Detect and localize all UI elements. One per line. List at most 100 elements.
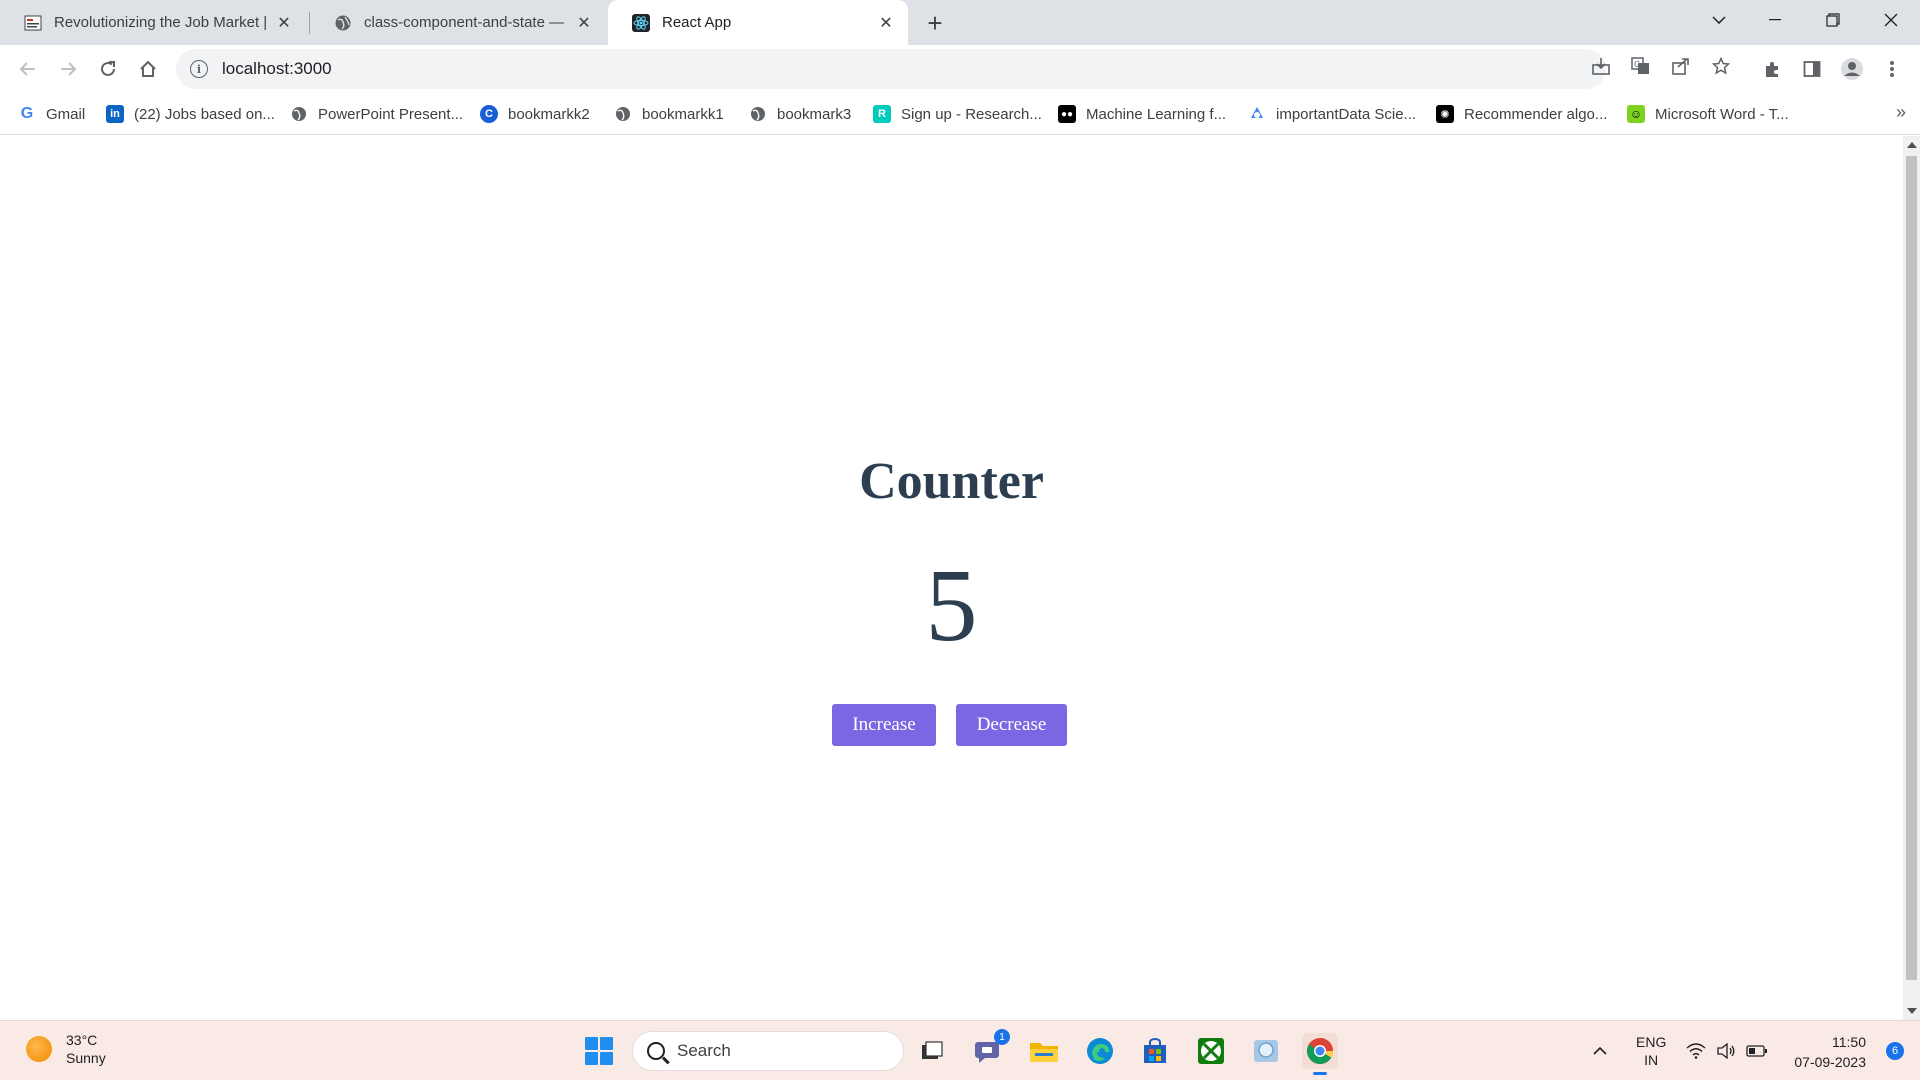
windows-start-icon[interactable] <box>585 1037 613 1065</box>
globe-icon <box>614 105 632 123</box>
bookmark-label: Sign up - Research... <box>901 105 1042 123</box>
bookmark-label: bookmarkk1 <box>642 105 724 123</box>
task-view-icon[interactable] <box>914 1033 950 1069</box>
google-icon: G <box>20 105 34 122</box>
bookmark-label: importantData Scie... <box>1276 105 1417 123</box>
taskbar-search[interactable]: Search <box>632 1031 904 1071</box>
install-app-icon[interactable] <box>1590 55 1612 77</box>
bookmark-label: Machine Learning f... <box>1086 105 1227 123</box>
bookmark-label: bookmarkk2 <box>508 105 590 123</box>
tab-react-app[interactable]: React App ✕ <box>608 0 908 45</box>
home-button[interactable] <box>132 53 164 85</box>
language-code: ENG <box>1636 1034 1667 1050</box>
bookmark-label: Microsoft Word - T... <box>1655 105 1789 123</box>
address-url[interactable]: localhost:3000 <box>222 59 332 79</box>
drive-icon <box>1248 105 1266 123</box>
tab-title: Revolutionizing the Job Market | <box>54 14 266 31</box>
edge-browser-icon[interactable] <box>1082 1033 1118 1069</box>
bookmark-gmail[interactable]: G Gmail <box>18 102 85 126</box>
forward-button[interactable] <box>52 53 84 85</box>
bookmark-researchgate[interactable]: R Sign up - Research... <box>873 102 1042 126</box>
close-window-button[interactable] <box>1866 0 1916 40</box>
bookmark-important-data[interactable]: importantData Scie... <box>1248 102 1416 126</box>
teams-chat-icon[interactable]: 1 <box>970 1029 1010 1069</box>
bookmark-label: Gmail <box>46 105 86 123</box>
c-icon: C <box>480 105 498 123</box>
bookmark-label: (22) Jobs based on... <box>134 105 275 123</box>
tab-title: React App <box>662 14 732 31</box>
bookmark-label: bookmark3 <box>777 105 852 123</box>
volume-icon[interactable] <box>1716 1021 1736 1080</box>
tab-class-component[interactable]: class-component-and-state — C ✕ <box>310 0 606 45</box>
taskbar-search-label: Search <box>677 1041 731 1060</box>
bookmarks-bar: G Gmail in (22) Jobs based on... PowerPo… <box>0 93 1920 135</box>
tab-title: class-component-and-state — C <box>364 14 566 31</box>
bookmark-microsoft-word[interactable]: ☺ Microsoft Word - T... <box>1627 102 1789 126</box>
menu-kebab-icon[interactable] <box>1880 57 1904 81</box>
system-clock[interactable]: 11:50 07-09-2023 <box>1794 1032 1866 1072</box>
bookmark-bookmark3[interactable]: bookmark3 <box>749 102 851 126</box>
new-tab-button[interactable]: + <box>920 8 950 38</box>
bookmarks-overflow-icon[interactable]: » <box>1896 102 1906 123</box>
bookmark-machine-learning[interactable]: ●● Machine Learning f... <box>1058 102 1226 126</box>
photos-app-icon[interactable] <box>1248 1033 1284 1069</box>
clock-date: 07-09-2023 <box>1794 1054 1866 1070</box>
minimize-button[interactable] <box>1750 0 1800 40</box>
browser-toolbar: i localhost:3000 G <box>0 45 1920 93</box>
bookmark-recommender[interactable]: ✺ Recommender algo... <box>1436 102 1607 126</box>
sun-icon <box>26 1036 52 1062</box>
file-explorer-icon[interactable] <box>1026 1033 1062 1069</box>
medium-icon: ●● <box>1058 105 1076 123</box>
translate-icon[interactable]: G <box>1630 55 1652 77</box>
scroll-up-icon[interactable] <box>1907 142 1917 148</box>
chrome-icon[interactable] <box>1302 1033 1338 1075</box>
bookmark-bookmarkk1[interactable]: bookmarkk1 <box>614 102 724 126</box>
language-indicator[interactable]: ENG IN <box>1636 1021 1666 1080</box>
close-icon[interactable]: ✕ <box>574 13 594 33</box>
vertical-scrollbar[interactable] <box>1903 136 1920 1020</box>
decrease-button[interactable]: Decrease <box>956 704 1067 746</box>
page-title: Counter <box>859 453 1044 510</box>
side-panel-icon[interactable] <box>1800 57 1824 81</box>
wifi-icon[interactable] <box>1686 1021 1706 1080</box>
researchgate-icon: R <box>873 105 891 123</box>
bookmark-bookmarkk2[interactable]: C bookmarkk2 <box>480 102 590 126</box>
profile-avatar-icon[interactable] <box>1840 57 1864 81</box>
share-icon[interactable] <box>1670 55 1692 77</box>
react-icon <box>632 13 650 32</box>
globe-icon <box>290 105 308 123</box>
tab-job-market[interactable]: Revolutionizing the Job Market | ✕ <box>0 0 306 45</box>
show-hidden-icons[interactable] <box>1592 1021 1608 1080</box>
bookmark-linkedin-jobs[interactable]: in (22) Jobs based on... <box>106 102 275 126</box>
tab-search-chevron-icon[interactable] <box>1694 0 1744 40</box>
notification-badge[interactable]: 6 <box>1886 1042 1904 1060</box>
scroll-down-icon[interactable] <box>1907 1008 1917 1014</box>
bookmark-label: Recommender algo... <box>1464 105 1608 123</box>
address-bar[interactable]: i localhost:3000 <box>176 49 1606 89</box>
reload-button[interactable] <box>92 53 124 85</box>
language-region: IN <box>1644 1052 1659 1068</box>
bookmark-powerpoint[interactable]: PowerPoint Present... <box>290 102 463 126</box>
extensions-icon[interactable] <box>1760 57 1784 81</box>
scrollbar-thumb[interactable] <box>1906 156 1917 980</box>
xbox-icon[interactable] <box>1193 1033 1229 1069</box>
back-button[interactable] <box>12 53 44 85</box>
weather-widget[interactable]: 33°C Sunny <box>26 1031 106 1067</box>
linkedin-icon: in <box>106 105 124 123</box>
news-favicon-icon <box>24 14 42 32</box>
bookmark-label: PowerPoint Present... <box>318 105 464 123</box>
close-icon[interactable]: ✕ <box>274 13 294 33</box>
restore-button[interactable] <box>1808 0 1858 40</box>
weather-description: Sunny <box>66 1050 106 1066</box>
globe-icon <box>749 105 767 123</box>
microsoft-store-icon[interactable] <box>1137 1033 1173 1069</box>
site-info-icon[interactable]: i <box>190 60 208 78</box>
active-app-indicator <box>1313 1072 1327 1075</box>
battery-icon[interactable] <box>1746 1021 1768 1080</box>
clock-time: 11:50 <box>1832 1034 1866 1050</box>
bookmark-star-icon[interactable] <box>1710 55 1732 77</box>
increase-button[interactable]: Increase <box>832 704 936 746</box>
search-icon <box>647 1042 665 1060</box>
weather-temperature: 33°C <box>66 1032 98 1048</box>
close-icon[interactable]: ✕ <box>876 13 896 33</box>
